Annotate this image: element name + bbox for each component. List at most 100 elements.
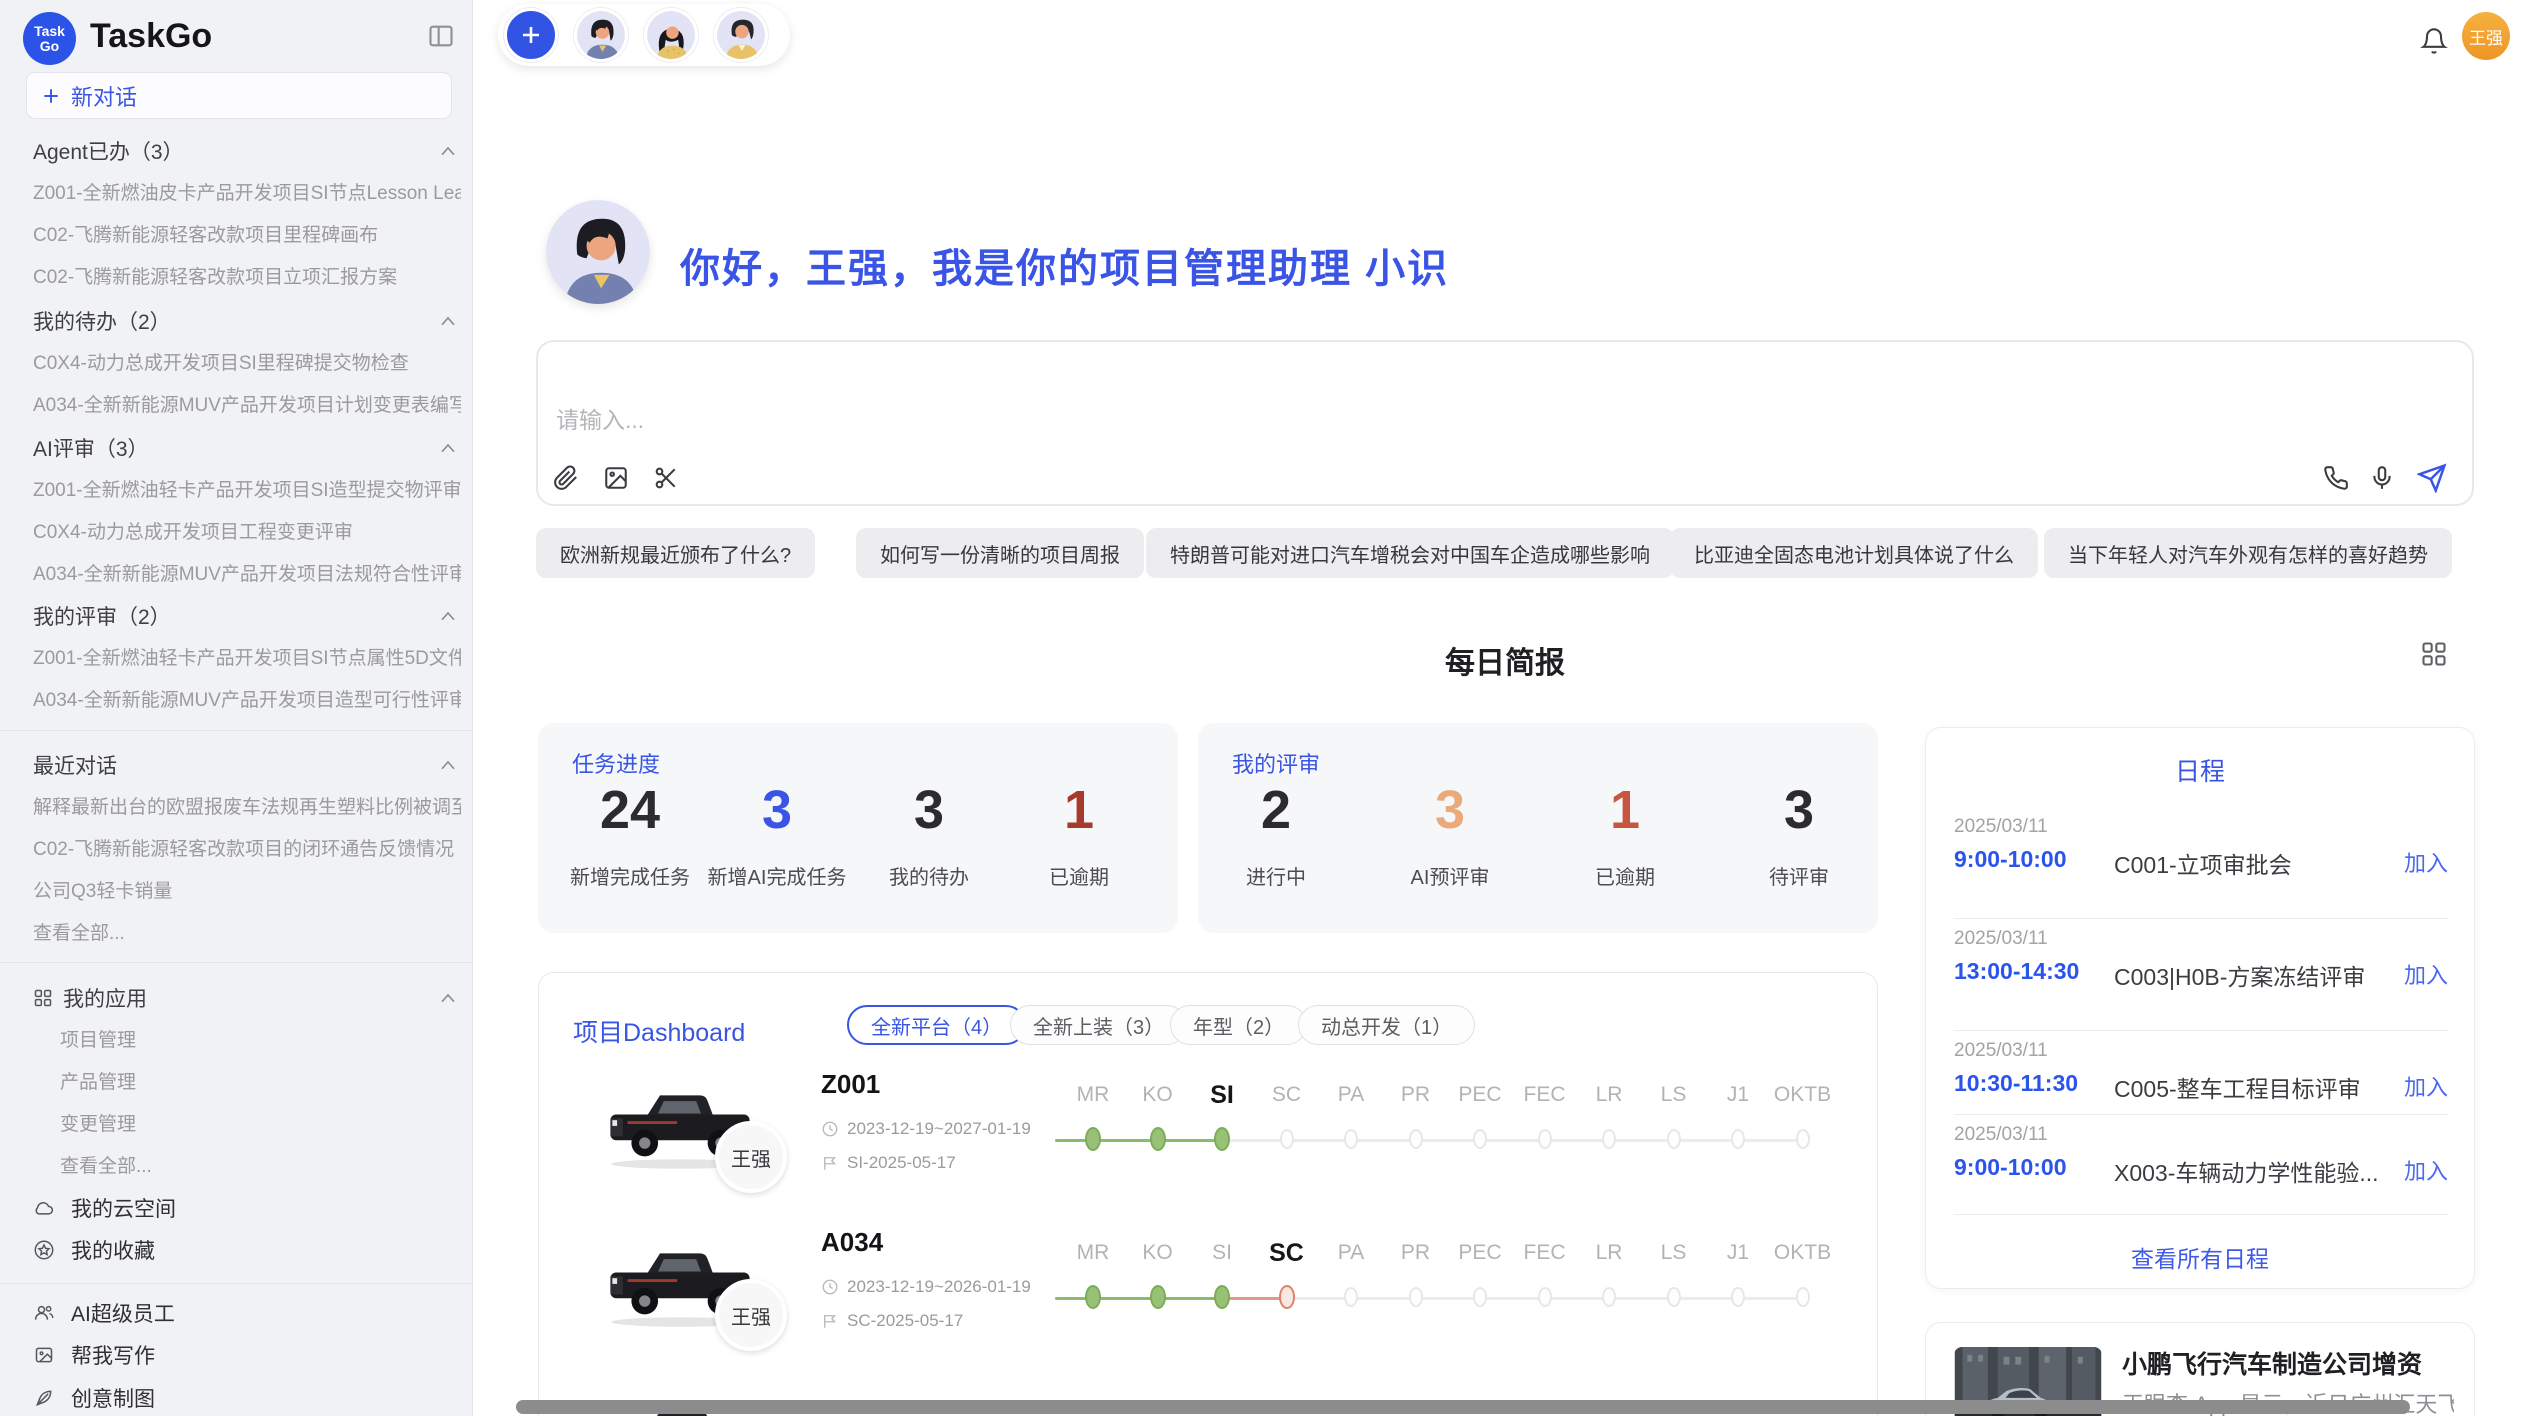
join-meeting-link[interactable]: 加入 bbox=[2404, 958, 2448, 990]
user-avatar[interactable]: 王强 bbox=[2462, 12, 2510, 60]
stat-value: 2 bbox=[1201, 783, 1351, 837]
apps-grid-icon bbox=[33, 988, 53, 1008]
view-all-apps[interactable]: 查看全部... bbox=[60, 1151, 460, 1178]
milestone-dot-mr bbox=[1085, 1127, 1101, 1151]
section-title: 我的应用 bbox=[63, 983, 147, 1013]
milestone-dot-ls bbox=[1667, 1287, 1681, 1307]
milestone-dot-ls bbox=[1667, 1129, 1681, 1149]
section-my-todo[interactable]: 我的待办（2） bbox=[33, 306, 457, 336]
tab-powertrain[interactable]: 动总开发（1） bbox=[1298, 1005, 1475, 1045]
list-item[interactable]: C02-飞腾新能源轻客改款项目立项汇报方案 bbox=[33, 262, 461, 289]
section-recent-chats[interactable]: 最近对话 bbox=[33, 750, 457, 780]
milestone-label-oktb: OKTB bbox=[1763, 1237, 1843, 1269]
list-item[interactable]: 公司Q3轻卡销量 bbox=[33, 876, 461, 903]
section-agent-done[interactable]: Agent已办（3） bbox=[33, 136, 457, 166]
sidebar-item-ai-staff[interactable]: AI超级员工 bbox=[33, 1298, 175, 1328]
sidebar-item-cloud-space[interactable]: 我的云空间 bbox=[33, 1193, 176, 1223]
photo-icon bbox=[603, 465, 629, 491]
list-item[interactable]: A034-全新新能源MUV产品开发项目计划变更表编写 bbox=[33, 390, 461, 417]
add-conversation-button[interactable] bbox=[504, 8, 558, 62]
sidebar-item-label: 创意制图 bbox=[71, 1383, 155, 1413]
list-item[interactable]: C02-飞腾新能源轻客改款项目里程碑画布 bbox=[33, 220, 461, 247]
join-meeting-link[interactable]: 加入 bbox=[2404, 846, 2448, 878]
suggestion-chip[interactable]: 比亚迪全固态电池计划具体说了什么 bbox=[1670, 528, 2038, 578]
milestone-dot-ko bbox=[1150, 1285, 1166, 1309]
list-item[interactable]: C0X4-动力总成开发项目SI里程碑提交物检查 bbox=[33, 348, 461, 375]
chevron-up-icon bbox=[439, 610, 457, 622]
join-meeting-link[interactable]: 加入 bbox=[2404, 1154, 2448, 1186]
tab-platform[interactable]: 全新平台（4） bbox=[847, 1005, 1026, 1045]
event-date: 2025/03/11 bbox=[1954, 928, 2048, 950]
avatar[interactable] bbox=[574, 8, 628, 62]
list-item[interactable]: A034-全新新能源MUV产品开发项目造型可行性评审 bbox=[33, 685, 461, 712]
view-all-schedule-link[interactable]: 查看所有日程 bbox=[1926, 1240, 2474, 1274]
sidebar-item-product-mgmt[interactable]: 产品管理 bbox=[60, 1067, 460, 1094]
attach-file-button[interactable] bbox=[546, 458, 586, 498]
tab-upfit[interactable]: 全新上装（3） bbox=[1010, 1005, 1187, 1045]
timeline-segment bbox=[1055, 1139, 1222, 1142]
list-item[interactable]: A034-全新新能源MUV产品开发项目法规符合性评审 bbox=[33, 559, 461, 586]
list-item[interactable]: C0X4-动力总成开发项目工程变更评审 bbox=[33, 517, 461, 544]
conversation-avatars-pill bbox=[498, 4, 790, 66]
section-my-review[interactable]: 我的评审（2） bbox=[33, 601, 457, 631]
section-my-apps[interactable]: 我的应用 bbox=[33, 983, 457, 1013]
logo-line1: Task bbox=[34, 24, 65, 39]
event-time: 9:00-10:00 bbox=[1954, 846, 2067, 873]
suggestion-chip[interactable]: 特朗普可能对进口汽车增税会对中国车企造成哪些影响 bbox=[1146, 528, 1674, 578]
avatar[interactable] bbox=[714, 8, 768, 62]
flag-icon bbox=[821, 1154, 839, 1172]
divider bbox=[1954, 1030, 2448, 1031]
mic-icon bbox=[2369, 465, 2395, 491]
microphone-button[interactable] bbox=[2362, 458, 2402, 498]
insert-image-button[interactable] bbox=[596, 458, 636, 498]
list-item[interactable]: Z001-全新燃油轻卡产品开发项目SI节点属性5D文件评审 bbox=[33, 643, 461, 670]
join-meeting-link[interactable]: 加入 bbox=[2404, 1070, 2448, 1102]
suggestion-chip[interactable]: 欧洲新规最近颁布了什么? bbox=[536, 528, 815, 578]
list-item[interactable]: C02-飞腾新能源轻客改款项目的闭环通告反馈情况 bbox=[33, 834, 461, 861]
stat: 3 AI预评审 bbox=[1375, 783, 1525, 890]
event-name: C001-立项审批会 bbox=[2114, 846, 2292, 880]
project-code[interactable]: Z001 bbox=[821, 1069, 880, 1100]
plus-icon bbox=[519, 23, 543, 47]
milestone-dot-oktb bbox=[1796, 1287, 1810, 1307]
view-all-chats[interactable]: 查看全部... bbox=[33, 918, 461, 945]
stat-label: 新增完成任务 bbox=[555, 861, 705, 890]
suggestion-chip[interactable]: 当下年轻人对汽车外观有怎样的喜好趋势 bbox=[2044, 528, 2452, 578]
tab-model-year[interactable]: 年型（2） bbox=[1170, 1005, 1307, 1045]
milestone-dot-j1 bbox=[1731, 1129, 1745, 1149]
section-title: Agent已办（3） bbox=[33, 136, 184, 166]
sidebar-item-write-helper[interactable]: 帮我写作 bbox=[33, 1340, 155, 1370]
list-item[interactable]: Z001-全新燃油轻卡产品开发项目SI造型提交物评审 bbox=[33, 475, 461, 502]
horizontal-scrollbar[interactable] bbox=[516, 1400, 2410, 1414]
users-icon bbox=[33, 1303, 55, 1323]
chat-input[interactable] bbox=[556, 398, 2056, 442]
layout-grid-icon[interactable] bbox=[2420, 640, 2448, 673]
list-item[interactable]: Z001-全新燃油皮卡产品开发项目SI节点Lesson Learn报告 bbox=[33, 178, 461, 205]
send-button[interactable] bbox=[2412, 458, 2452, 498]
flag-milestone: SI-2025-05-17 bbox=[847, 1153, 956, 1173]
clock-icon bbox=[821, 1120, 839, 1138]
section-title: 最近对话 bbox=[33, 750, 117, 780]
sidebar-item-creative-draw[interactable]: 创意制图 bbox=[33, 1383, 155, 1413]
divider bbox=[0, 1283, 473, 1284]
stat: 24 新增完成任务 bbox=[555, 783, 705, 890]
sidebar-item-label: 我的收藏 bbox=[71, 1235, 155, 1265]
list-item[interactable]: 解释最新出台的欧盟报废车法规再生塑料比例被调至15%... bbox=[33, 792, 461, 819]
snippet-button[interactable] bbox=[646, 458, 686, 498]
sidebar-item-project-mgmt[interactable]: 项目管理 bbox=[60, 1025, 460, 1052]
voice-call-button[interactable] bbox=[2316, 458, 2356, 498]
milestone-dot-si bbox=[1214, 1285, 1230, 1309]
section-ai-review[interactable]: AI评审（3） bbox=[33, 433, 457, 463]
avatar[interactable] bbox=[644, 8, 698, 62]
collapse-sidebar-icon[interactable] bbox=[426, 22, 456, 55]
new-chat-button[interactable]: 新对话 bbox=[26, 72, 452, 119]
sidebar-item-favorites[interactable]: 我的收藏 bbox=[33, 1235, 155, 1265]
stat-label: 我的待办 bbox=[854, 861, 1004, 890]
notifications-bell-icon[interactable] bbox=[2420, 26, 2448, 61]
divider bbox=[0, 730, 473, 731]
project-code[interactable]: A034 bbox=[821, 1227, 883, 1258]
milestone-timeline: MRKOSISCPAPRPECFECLRLSJ1OKTB bbox=[1055, 1237, 1835, 1327]
sidebar-item-change-mgmt[interactable]: 变更管理 bbox=[60, 1109, 460, 1136]
suggestion-chip[interactable]: 如何写一份清晰的项目周报 bbox=[856, 528, 1144, 578]
event-date: 2025/03/11 bbox=[1954, 1040, 2048, 1062]
